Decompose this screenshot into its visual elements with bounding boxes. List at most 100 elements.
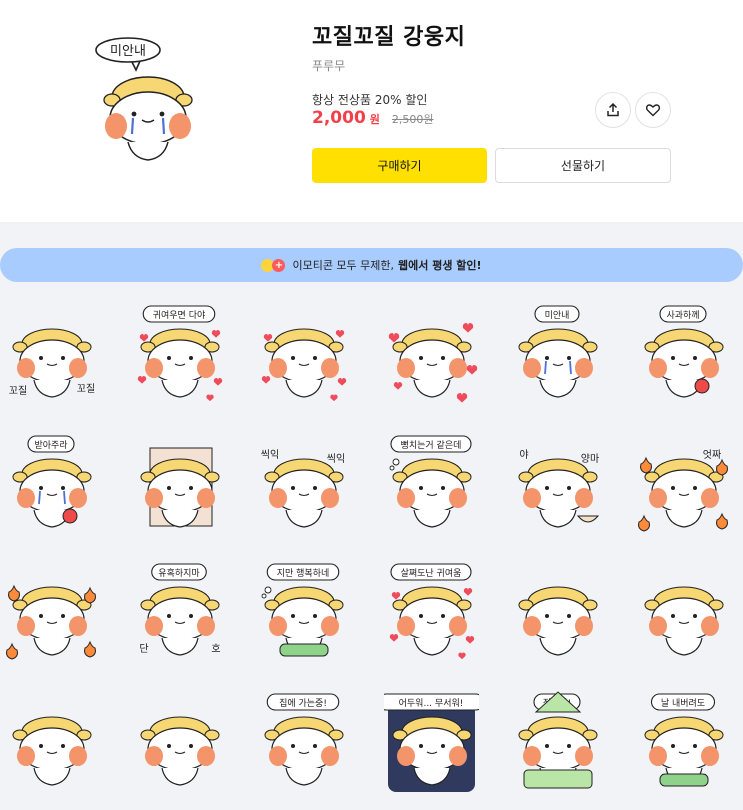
cheek	[269, 616, 287, 636]
cheek	[649, 616, 667, 636]
emoticon-illustration: 어두워... 무서워!	[377, 693, 485, 792]
green-cloth	[279, 643, 329, 657]
cheek	[269, 358, 287, 378]
cheek	[197, 616, 215, 636]
emoticon-item[interactable]	[636, 556, 731, 666]
banner-text: 이모티콘 모두 무제한,	[292, 259, 395, 272]
membership-banner[interactable]: + 이모티콘 모두 무제한, 웹에서 평생 할인!	[0, 248, 743, 282]
heart-deco	[389, 634, 399, 642]
emoticon-illustration: 집도착!	[518, 691, 598, 789]
emoticon-illustration: 유혹하지마단 호	[139, 563, 221, 656]
emoticon-item[interactable]: 미안내	[510, 298, 605, 408]
cheek	[397, 616, 415, 636]
emoticon-item[interactable]: 귀여우면 다야	[132, 298, 227, 408]
cheek	[269, 488, 287, 508]
cheek	[649, 746, 667, 766]
flame-deco	[640, 456, 652, 474]
body	[413, 509, 451, 528]
cheek	[197, 358, 215, 378]
product-thumbnail: 미안내	[88, 30, 208, 165]
emoticon-item[interactable]: 날 내버려도	[636, 686, 731, 796]
emoticon-illustration	[140, 716, 220, 786]
buy-button[interactable]: 구매하기	[312, 148, 487, 183]
cheek	[701, 616, 719, 636]
emoticon-item[interactable]: 뻥치는거 같은데	[384, 428, 479, 538]
side-text: 야	[519, 449, 528, 461]
heart-deco	[337, 378, 347, 386]
like-button[interactable]	[635, 92, 671, 128]
side-text: 씩익	[261, 449, 279, 461]
cheek	[575, 358, 593, 378]
heart-deco	[388, 333, 400, 343]
cheek	[523, 488, 541, 508]
emoticon-illustration	[518, 586, 598, 656]
emoticon-illustration: 지만 행복하네	[261, 563, 344, 657]
heart-deco	[213, 378, 223, 386]
emoticon-item[interactable]: 집에 가는중!	[256, 686, 351, 796]
emoticon-item[interactable]	[132, 428, 227, 538]
side-text: 호	[211, 643, 220, 655]
emoticon-item[interactable]: 꼬질 꼬질	[4, 298, 99, 408]
body	[413, 637, 451, 656]
bubble-text: 유혹하지마	[158, 567, 200, 579]
cheek	[69, 616, 87, 636]
heart-deco	[137, 376, 147, 384]
share-button[interactable]	[595, 92, 631, 128]
cheek	[321, 746, 339, 766]
cheek	[397, 488, 415, 508]
emoticon-illustration: 받아주라	[12, 435, 92, 528]
emoticon-illustration: 사과하께	[644, 305, 724, 398]
bubble-text: 살쪄도난 귀여움	[401, 567, 462, 579]
heart-deco	[466, 365, 478, 375]
heart-deco	[393, 382, 403, 390]
emoticon-illustration: 귀여우면 다야	[137, 305, 223, 402]
cheek	[145, 488, 163, 508]
thumbnail-bubble-text: 미안내	[110, 44, 146, 59]
cheek	[449, 488, 467, 508]
emoticon-item[interactable]: 살쪄도난 귀여움	[384, 556, 479, 666]
heart-deco	[456, 393, 468, 403]
side-text: 엇짜	[703, 449, 721, 461]
body	[33, 767, 71, 786]
emoticon-item[interactable]: 사과하께	[636, 298, 731, 408]
emoticon-item[interactable]: 지만 행복하네	[256, 556, 351, 666]
price-row: 2,000 원 2,500원	[312, 108, 434, 128]
flame-deco	[8, 584, 20, 602]
emoticon-illustration: 야 양마	[518, 449, 600, 528]
body	[539, 379, 577, 398]
emoticon-illustration: 엇짜	[638, 449, 728, 532]
emoticon-item[interactable]: 씩익 씩익	[256, 428, 351, 538]
cheek	[69, 488, 87, 508]
emoticon-item[interactable]	[4, 556, 99, 666]
emoticon-illustration	[6, 584, 96, 660]
cheek	[701, 488, 719, 508]
body	[285, 509, 323, 528]
emoticon-item[interactable]	[132, 686, 227, 796]
emoticon-illustration: 날 내버려도	[644, 693, 724, 787]
bubble-text: 받아주라	[34, 440, 68, 451]
emoticon-item[interactable]: 어두워... 무서워!	[377, 686, 485, 796]
author-name[interactable]: 푸루무	[312, 57, 345, 74]
emoticon-item[interactable]: 집도착!	[510, 686, 605, 796]
emoticon-illustration: 꼬질 꼬질	[9, 328, 95, 398]
emoticon-item[interactable]	[510, 556, 605, 666]
emoticon-item[interactable]: 유혹하지마 단 호	[132, 556, 227, 666]
bowl	[576, 515, 600, 523]
emoticon-item[interactable]	[4, 686, 99, 796]
cheek	[321, 488, 339, 508]
emoticon-item[interactable]	[384, 298, 479, 408]
cheek	[701, 746, 719, 766]
cheek	[69, 746, 87, 766]
emoticon-item[interactable]	[256, 298, 351, 408]
plus-icon: +	[272, 258, 286, 272]
emoticon-item[interactable]: 야 양마	[510, 428, 605, 538]
emoticon-illustration: 미안내	[518, 305, 598, 398]
bubble-text: 날 내버려도	[661, 698, 705, 709]
emoticon-item[interactable]: 받아주라	[4, 428, 99, 538]
gift-button[interactable]: 선물하기	[495, 148, 671, 183]
emoticon-item[interactable]: 엇짜	[636, 428, 731, 538]
heart-deco	[263, 334, 273, 342]
cheek	[17, 746, 35, 766]
body	[665, 637, 703, 656]
cheek	[145, 358, 163, 378]
